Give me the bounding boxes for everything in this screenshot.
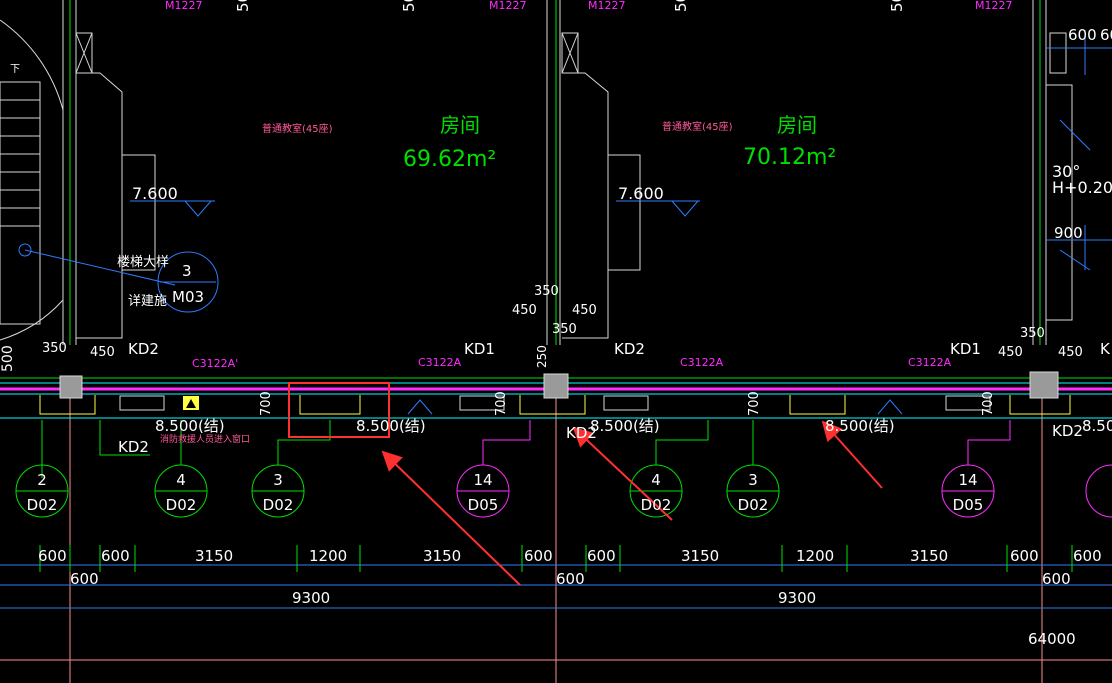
dimension-value: 600 <box>1073 547 1102 565</box>
detail-ref-num: 2 <box>37 471 47 489</box>
door-label-m1227: M1227 <box>165 0 203 12</box>
dimension-value: 600 <box>524 547 553 565</box>
dim-label: 700 <box>494 391 509 416</box>
wall-lines <box>62 0 1073 345</box>
detail-ref-sheet: D02 <box>738 496 769 514</box>
dim-label: 250 <box>535 345 549 368</box>
fire-rescue-note: 消防救援人员进入窗口 <box>160 433 250 445</box>
dim-label: 350 <box>42 341 67 356</box>
window-label: C3122A' <box>192 357 238 370</box>
dim-label: 50 <box>234 0 252 12</box>
dimension-value: 600 <box>556 570 585 588</box>
dim-label: 700 <box>259 391 274 416</box>
opening-label: KD1 <box>950 340 981 358</box>
dimension-value: 3150 <box>195 547 233 565</box>
level-label: 7.600 <box>618 184 664 203</box>
stair-note: 楼梯大样 <box>117 255 169 270</box>
dim-label: 350 <box>552 322 577 337</box>
stair-note: 详建施 <box>128 294 167 309</box>
h-mark-label: H+0.20 <box>1052 178 1112 197</box>
opening-label: KD2 <box>1052 422 1083 440</box>
room-name: 房间 <box>440 113 480 137</box>
door-label-m1227: M1227 <box>588 0 626 12</box>
stair-down-mark: 下 <box>10 64 20 75</box>
dim-label: 60 <box>1100 26 1112 44</box>
window-label: C3122A <box>418 356 462 369</box>
detail-ref-num: 3 <box>273 471 283 489</box>
elevation-label: 8.500(结) <box>155 417 225 435</box>
bay-dimension: 9300 <box>778 589 816 607</box>
dimension-value: 600 <box>1010 547 1039 565</box>
dim-label: 50 <box>400 0 418 12</box>
dimension-value: 600 <box>1042 570 1071 588</box>
dimension-value: 3150 <box>423 547 461 565</box>
detail-ref-num: 4 <box>176 471 186 489</box>
door-label-m1227: M1227 <box>489 0 527 12</box>
stair-ref-num: 3 <box>182 262 192 280</box>
opening-label: KD1 <box>464 340 495 358</box>
dimension-value: 3150 <box>910 547 948 565</box>
detail-ref-num: 4 <box>651 471 661 489</box>
detail-ref-sheet: D05 <box>953 496 984 514</box>
cad-drawing-canvas[interactable]: { "labels": { "m1227_a": "M1227", "m1227… <box>0 0 1112 683</box>
detail-ref-num: 3 <box>748 471 758 489</box>
dim-label: 450 <box>998 345 1023 360</box>
dim-label: 500 <box>0 345 16 372</box>
dim-label: 700 <box>747 391 762 416</box>
opening-label: KD2 <box>614 340 645 358</box>
dim-label: 50 <box>672 0 690 12</box>
floor-plan-svg: M1227 M1227 M1227 M1227 50 50 50 50 600 … <box>0 0 1112 683</box>
room-area: 70.12m² <box>743 145 836 170</box>
warning-triangle-icon <box>183 396 199 410</box>
dim-label: 600 <box>1068 26 1097 44</box>
dimension-value: 1200 <box>309 547 347 565</box>
door-label-m1227: M1227 <box>975 0 1013 12</box>
detail-ref-sheet: D02 <box>166 496 197 514</box>
room-name: 房间 <box>777 113 817 137</box>
dim-label: 50 <box>888 0 906 12</box>
room-usage: 普通教室(45座) <box>262 122 333 135</box>
dim-label: 700 <box>981 391 996 416</box>
elevation-label: 8.500(结) <box>590 417 660 435</box>
dim-label: 900 <box>1054 224 1083 242</box>
dimension-value: 600 <box>70 570 99 588</box>
dim-label: 450 <box>1058 345 1083 360</box>
detail-leader-lines-magenta <box>482 420 1011 465</box>
room-area: 69.62m² <box>403 147 496 172</box>
detail-ref-num: 14 <box>473 471 492 489</box>
detail-ref-sheet: D02 <box>263 496 294 514</box>
elevation-label: 8.50 <box>1082 417 1112 435</box>
dim-label: 450 <box>512 303 537 318</box>
elevation-label: 8.500(结) <box>356 417 426 435</box>
elevation-label: 8.500(结) <box>825 417 895 435</box>
dimension-value: 600 <box>38 547 67 565</box>
dimension-value: 600 <box>101 547 130 565</box>
opening-label: KD2 <box>118 438 149 456</box>
dimension-value: 3150 <box>681 547 719 565</box>
detail-ref-num: 14 <box>958 471 977 489</box>
dim-label: 450 <box>90 345 115 360</box>
opening-label: K <box>1100 340 1111 358</box>
room-usage: 普通教室(45座) <box>662 120 733 133</box>
window-label: C3122A <box>908 356 952 369</box>
dimension-value: 1200 <box>796 547 834 565</box>
dim-label: 450 <box>572 303 597 318</box>
level-marks-corridor <box>407 399 903 415</box>
window-label: C3122A <box>680 356 724 369</box>
opening-label: KD2 <box>128 340 159 358</box>
dim-label: 350 <box>534 284 559 299</box>
level-label: 7.600 <box>132 184 178 203</box>
level-triangle-icon <box>130 200 700 217</box>
detail-ref-sheet: D02 <box>27 496 58 514</box>
bay-dimension: 9300 <box>292 589 330 607</box>
total-dimension: 64000 <box>1028 630 1076 648</box>
stair-ref-sheet: M03 <box>172 288 204 306</box>
opening-label: KD2 <box>566 424 597 442</box>
detail-ref-sheet: D05 <box>468 496 499 514</box>
dim-label: 350 <box>1020 326 1045 341</box>
dimension-value: 600 <box>587 547 616 565</box>
detail-ref-sheet: D02 <box>641 496 672 514</box>
